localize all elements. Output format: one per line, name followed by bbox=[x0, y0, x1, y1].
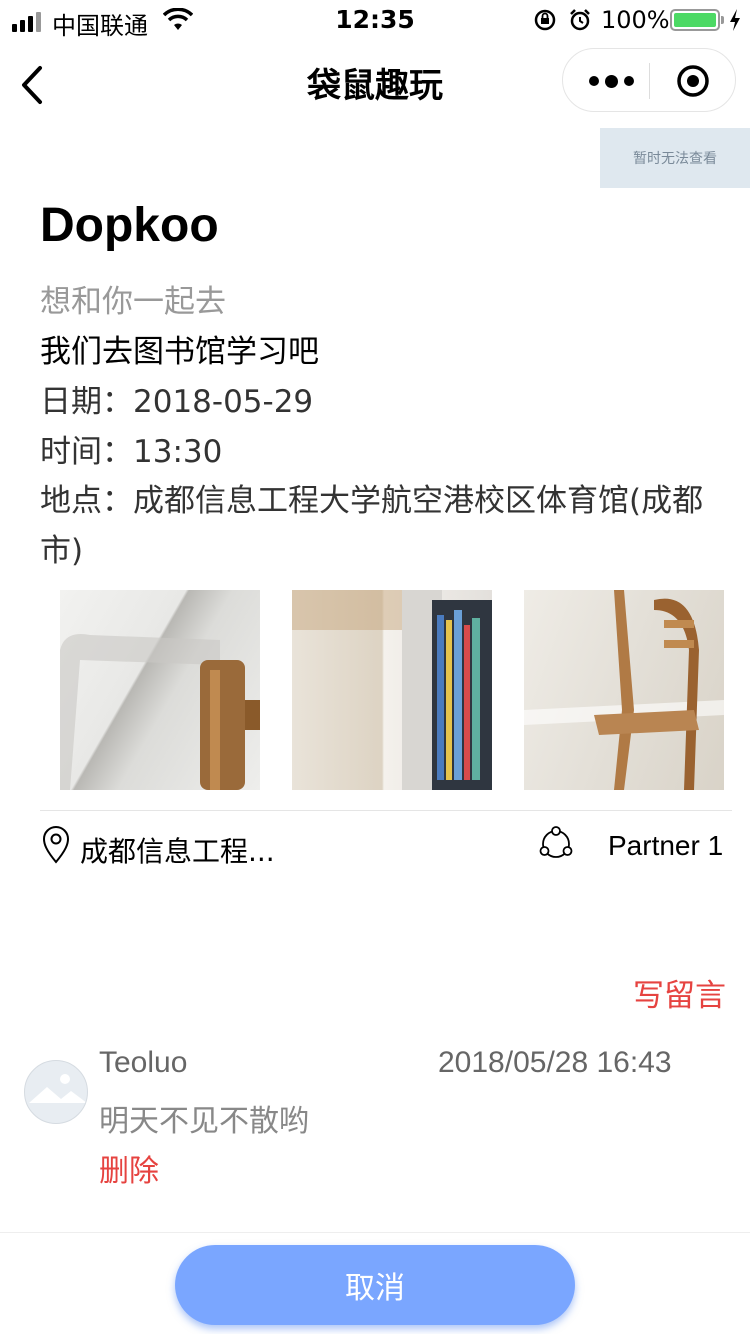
image-placeholder: 暂时无法查看 bbox=[600, 128, 750, 188]
avatar bbox=[24, 1060, 88, 1124]
write-comment-button[interactable]: 写留言 bbox=[633, 970, 726, 1015]
photo-thumbnail[interactable] bbox=[60, 590, 260, 790]
location-partner-row: 成都信息工程... Partner 1 bbox=[40, 822, 730, 872]
chair-image bbox=[524, 590, 724, 790]
event-description: 我们去图书馆学习吧 bbox=[40, 334, 319, 370]
bookshelf-image bbox=[292, 590, 492, 790]
comment-item: Teoluo 2018/05/28 16:43 明天不见不散哟 删除 bbox=[0, 1040, 750, 1200]
share-icon bbox=[539, 826, 573, 858]
comment-text: 明天不见不散哟 bbox=[99, 1104, 309, 1139]
more-icon[interactable] bbox=[589, 74, 634, 88]
battery-percent: 100% bbox=[601, 6, 670, 34]
delete-comment-button[interactable]: 删除 bbox=[99, 1146, 159, 1190]
event-time: 时间：13:30 bbox=[40, 434, 223, 470]
event-date: 日期：2018-05-29 bbox=[40, 384, 314, 420]
photo-thumbnail[interactable] bbox=[292, 590, 492, 790]
battery-icon bbox=[670, 9, 724, 31]
event-subtitle: 想和你一起去 bbox=[40, 284, 226, 320]
avatar-placeholder-icon bbox=[29, 1074, 87, 1103]
capsule-divider bbox=[649, 63, 650, 99]
status-bar: 中国联通 12:35 100% bbox=[0, 0, 750, 40]
rotation-lock-icon bbox=[534, 9, 556, 31]
alarm-icon bbox=[570, 9, 590, 31]
cancel-button[interactable]: 取消 bbox=[175, 1245, 575, 1325]
comment-timestamp: 2018/05/28 16:43 bbox=[438, 1046, 672, 1079]
close-miniprogram-icon[interactable] bbox=[675, 63, 711, 99]
commenter-name: Teoluo bbox=[99, 1046, 188, 1079]
miniprogram-capsule bbox=[562, 48, 736, 112]
divider bbox=[40, 810, 732, 811]
photo-gallery bbox=[60, 590, 724, 790]
location-label[interactable]: 成都信息工程... bbox=[80, 830, 275, 870]
nav-bar: 袋鼠趣玩 bbox=[0, 40, 750, 128]
photo-thumbnail[interactable] bbox=[524, 590, 724, 790]
event-title: Dopkoo bbox=[40, 199, 219, 252]
location-pin-icon bbox=[42, 826, 70, 864]
charging-icon bbox=[730, 9, 740, 31]
partner-count[interactable]: Partner 1 bbox=[608, 830, 723, 862]
chair-image bbox=[60, 634, 260, 790]
bottom-bar: 取消 bbox=[0, 1232, 750, 1334]
event-place: 地点：成都信息工程大学航空港校区体育馆(成都市) bbox=[40, 483, 704, 569]
